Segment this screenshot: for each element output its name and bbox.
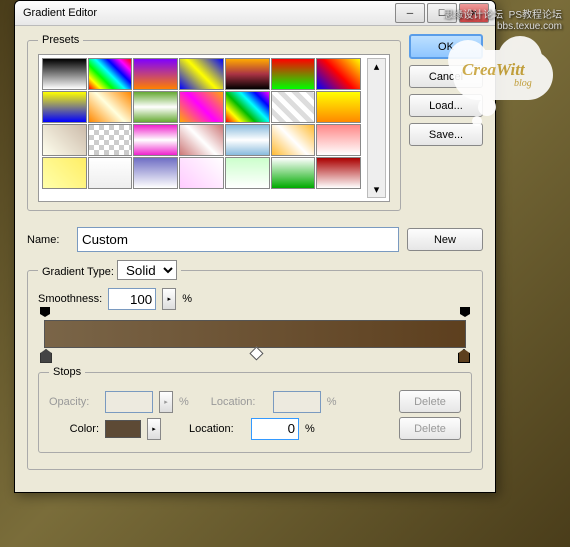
- preset-swatch[interactable]: [133, 124, 178, 156]
- scroll-up-icon[interactable]: ▴: [374, 60, 380, 73]
- color-label: Color:: [49, 423, 99, 435]
- preset-swatch[interactable]: [133, 58, 178, 90]
- preset-swatch[interactable]: [271, 124, 316, 156]
- preset-swatch[interactable]: [42, 91, 87, 123]
- color-stop-left[interactable]: [40, 349, 52, 363]
- name-label: Name:: [27, 234, 69, 246]
- preset-scrollbar[interactable]: ▴ ▾: [367, 58, 386, 198]
- name-input[interactable]: [77, 227, 399, 252]
- preset-swatch[interactable]: [179, 58, 224, 90]
- color-stop-right[interactable]: [458, 349, 470, 363]
- opacity-label: Opacity:: [49, 396, 99, 408]
- pct-label-1: %: [182, 293, 192, 305]
- preset-swatch[interactable]: [42, 124, 87, 156]
- opacity-stop-left[interactable]: [40, 307, 50, 317]
- load-button[interactable]: Load...: [409, 94, 483, 117]
- preset-swatch[interactable]: [271, 157, 316, 189]
- preset-swatch[interactable]: [316, 157, 361, 189]
- preset-swatch[interactable]: [316, 58, 361, 90]
- preset-swatch[interactable]: [316, 91, 361, 123]
- gradient-type-fieldset: Gradient Type: Solid Smoothness: ▸ % Sto…: [27, 260, 483, 470]
- preset-swatch[interactable]: [179, 91, 224, 123]
- color-well[interactable]: [105, 420, 141, 438]
- preset-swatch[interactable]: [271, 58, 316, 90]
- pct-label-2: %: [179, 396, 189, 408]
- gradient-bar[interactable]: [38, 320, 472, 348]
- preset-swatch[interactable]: [88, 157, 133, 189]
- minimize-button[interactable]: ─: [395, 3, 425, 23]
- gradtype-label: Gradient Type:: [42, 266, 114, 278]
- preset-swatch[interactable]: [42, 58, 87, 90]
- stops-legend: Stops: [49, 366, 85, 378]
- opacity-delete-button: Delete: [399, 390, 461, 413]
- window-title: Gradient Editor: [23, 7, 97, 19]
- titlebar[interactable]: Gradient Editor ─ ☐ ✕: [15, 1, 495, 26]
- stops-fieldset: Stops Opacity: ▸ % Location: % Delete Co…: [38, 366, 472, 453]
- presets-legend: Presets: [38, 34, 83, 46]
- preset-swatch[interactable]: [271, 91, 316, 123]
- opacity-location-input: [273, 391, 321, 413]
- pct-label-4: %: [305, 423, 315, 435]
- preset-grid: [42, 58, 361, 198]
- preset-swatch[interactable]: [88, 124, 133, 156]
- new-button[interactable]: New: [407, 228, 483, 251]
- preset-swatch[interactable]: [179, 157, 224, 189]
- smoothness-input[interactable]: [108, 288, 156, 310]
- ok-button[interactable]: OK: [409, 34, 483, 59]
- preset-swatch[interactable]: [316, 124, 361, 156]
- color-location-input[interactable]: [251, 418, 299, 440]
- location-label-1: Location:: [211, 396, 267, 408]
- location-label-2: Location:: [189, 423, 245, 435]
- preset-swatch[interactable]: [225, 58, 270, 90]
- preset-swatch[interactable]: [133, 91, 178, 123]
- color-picker-button[interactable]: ▸: [147, 418, 161, 440]
- opacity-input: [105, 391, 153, 413]
- gradtype-select[interactable]: Solid: [117, 260, 177, 280]
- save-button[interactable]: Save...: [409, 123, 483, 146]
- preset-swatch[interactable]: [225, 124, 270, 156]
- preset-swatch[interactable]: [225, 157, 270, 189]
- midpoint-marker[interactable]: [249, 346, 263, 360]
- smoothness-spinner[interactable]: ▸: [162, 288, 176, 310]
- preset-swatch[interactable]: [88, 91, 133, 123]
- opacity-spinner: ▸: [159, 391, 173, 413]
- preset-swatch[interactable]: [225, 91, 270, 123]
- presets-fieldset: Presets ▴ ▾: [27, 34, 401, 211]
- scroll-down-icon[interactable]: ▾: [374, 183, 380, 196]
- opacity-stop-right[interactable]: [460, 307, 470, 317]
- preset-swatch[interactable]: [42, 157, 87, 189]
- cancel-button[interactable]: Cancel: [409, 65, 483, 88]
- watermark-top: 思缘设计论坛 PS教程论坛 bbs.texue.com: [443, 6, 562, 32]
- pct-label-3: %: [327, 396, 337, 408]
- preset-swatch[interactable]: [179, 124, 224, 156]
- gradient-editor-dialog: Gradient Editor ─ ☐ ✕ Presets ▴ ▾ OK Can: [14, 0, 496, 493]
- color-delete-button: Delete: [399, 417, 461, 440]
- smoothness-label: Smoothness:: [38, 293, 102, 305]
- preset-swatch[interactable]: [88, 58, 133, 90]
- preset-swatch[interactable]: [133, 157, 178, 189]
